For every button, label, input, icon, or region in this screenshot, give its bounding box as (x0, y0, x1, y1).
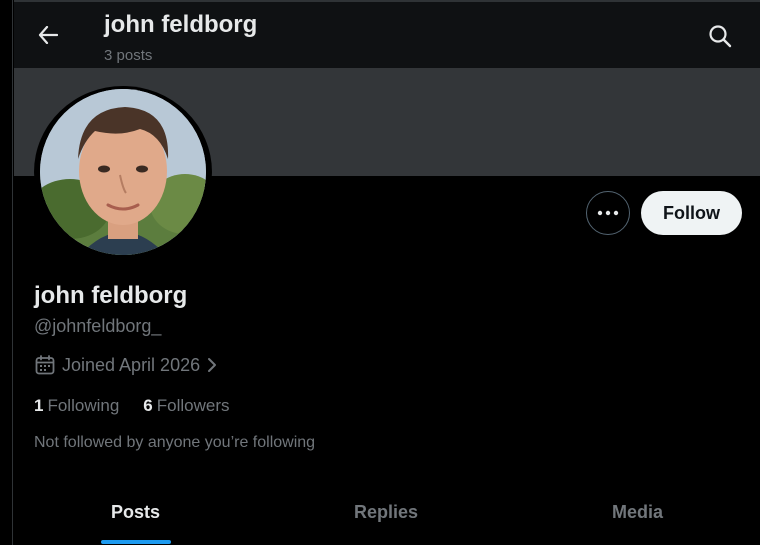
back-button[interactable] (36, 20, 60, 50)
page-title: john feldborg (104, 11, 258, 38)
tab-label: Media (611, 502, 663, 522)
top-bar: john feldborg 3 posts (14, 0, 760, 68)
profile-tabs: Posts Replies Media (14, 490, 760, 545)
arrow-left-icon (38, 26, 58, 44)
left-divider (12, 0, 13, 545)
followers-link[interactable]: 6 Followers (143, 396, 229, 416)
profile-display-name: john feldborg (34, 282, 188, 309)
follow-stats: 1 Following 6 Followers (34, 396, 230, 416)
profile-handle: @johnfeldborg_ (34, 316, 162, 336)
followers-count: 6 (143, 396, 153, 415)
not-followed-notice: Not followed by anyone you’re following (34, 434, 316, 451)
avatar[interactable] (40, 89, 206, 255)
tab-posts[interactable]: Posts (14, 490, 257, 545)
joined-label: Joined April 2026 (62, 354, 201, 375)
joined-date[interactable]: Joined April 2026 (34, 354, 218, 376)
more-options-button[interactable] (586, 191, 630, 235)
search-button[interactable] (708, 24, 732, 48)
chevron-right-icon (208, 358, 217, 372)
following-link[interactable]: 1 Following (34, 396, 119, 416)
avatar-frame (34, 86, 212, 258)
tab-label: Replies (353, 502, 419, 522)
tab-replies[interactable]: Replies (257, 490, 515, 545)
search-icon (709, 25, 732, 48)
following-count: 1 (34, 396, 44, 415)
follow-button[interactable]: Follow (641, 191, 742, 235)
calendar-icon (35, 355, 55, 375)
followers-label: Followers (156, 396, 230, 415)
posts-count: 3 posts (104, 47, 153, 64)
tab-label: Posts (110, 502, 161, 522)
active-tab-indicator (100, 540, 171, 544)
avatar-photo (40, 89, 206, 255)
following-label: Following (47, 396, 120, 415)
more-horizontal-icon (597, 210, 619, 216)
tab-media[interactable]: Media (515, 490, 760, 545)
